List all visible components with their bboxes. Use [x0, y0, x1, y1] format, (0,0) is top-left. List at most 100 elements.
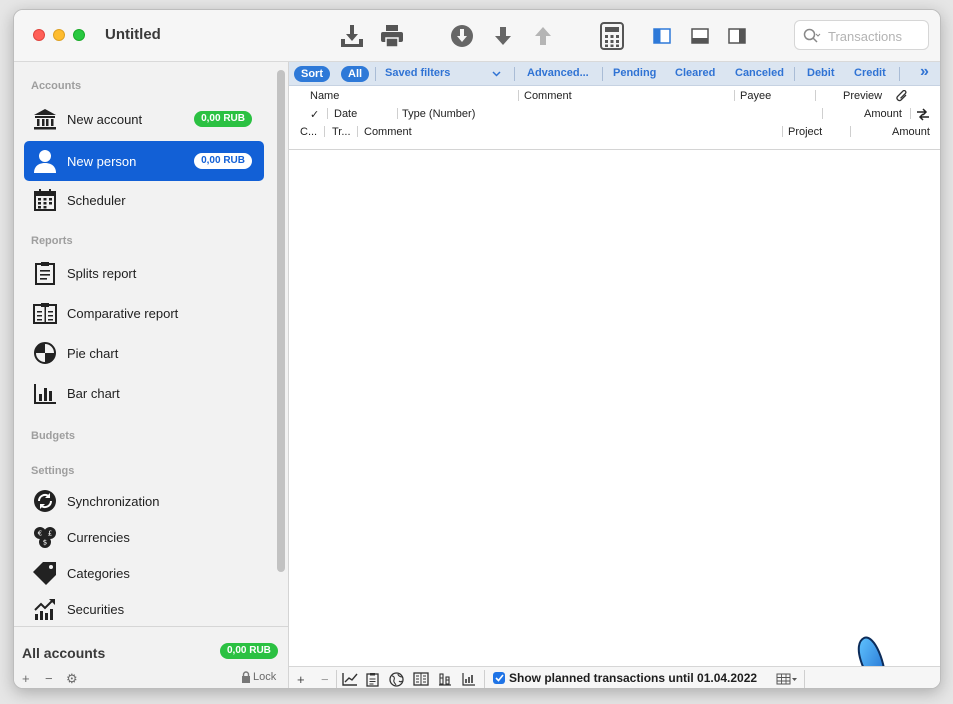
- paperclip-icon[interactable]: [896, 90, 908, 103]
- show-planned-checkbox[interactable]: Show planned transactions until 01.04.20…: [493, 671, 757, 685]
- stack-chart-icon[interactable]: [438, 671, 452, 687]
- advanced-filter-button[interactable]: Advanced...: [527, 67, 589, 79]
- column-separator: [397, 108, 398, 119]
- add-account-button[interactable]: +: [22, 671, 30, 686]
- remove-transaction-button[interactable]: −: [321, 671, 329, 687]
- remove-account-button[interactable]: −: [45, 671, 53, 686]
- column-name[interactable]: Name: [310, 90, 339, 102]
- add-transaction-button[interactable]: +: [297, 671, 305, 687]
- comparative-report-icon: [32, 300, 58, 326]
- sidebar-item-label: Securities: [67, 601, 125, 617]
- transactions-list[interactable]: [289, 150, 940, 688]
- arrow-down-icon[interactable]: [489, 22, 517, 50]
- globe-icon[interactable]: [389, 671, 404, 687]
- chevron-down-icon[interactable]: [492, 71, 501, 77]
- print-icon[interactable]: [378, 22, 406, 50]
- filter-separator: [514, 67, 515, 81]
- column-comment[interactable]: Comment: [524, 90, 572, 102]
- layout-bottom-icon[interactable]: [686, 22, 714, 50]
- comparative-report-icon[interactable]: [413, 671, 429, 687]
- search-input[interactable]: [828, 27, 924, 45]
- main-panel: Sort All Saved filters Advanced... Pendi…: [289, 62, 940, 688]
- gear-icon[interactable]: ⚙: [66, 671, 78, 687]
- sidebar-item-new-account[interactable]: New account 0,00 RUB: [24, 99, 264, 139]
- column-amount[interactable]: Amount: [864, 108, 902, 120]
- sidebar-item-comparative-report[interactable]: Comparative report: [24, 293, 264, 333]
- sidebar-item-label: Comparative report: [67, 305, 179, 321]
- column-check[interactable]: ✓: [310, 108, 319, 121]
- checkbox-checked-icon: [493, 672, 505, 684]
- sidebar-item-categories[interactable]: Categories: [24, 553, 264, 593]
- calculator-icon[interactable]: [598, 22, 626, 50]
- column-tr[interactable]: Tr...: [332, 126, 351, 138]
- column-separator: [910, 108, 911, 119]
- layout-sidebar-icon[interactable]: [648, 22, 676, 50]
- column-header-row-2: ✓ Date Type (Number) Amount: [289, 105, 940, 123]
- sidebar-item-label: Currencies: [67, 529, 130, 545]
- saved-filters-dropdown[interactable]: Saved filters: [385, 67, 450, 79]
- sidebar-item-scheduler[interactable]: Scheduler: [24, 180, 264, 220]
- filter-credit[interactable]: Credit: [854, 67, 886, 79]
- minimize-window-button[interactable]: [53, 29, 65, 41]
- column-separator: [734, 90, 735, 101]
- filter-all-button[interactable]: All: [341, 66, 370, 82]
- sidebar-item-label: Scheduler: [67, 192, 126, 208]
- sidebar-item-label: Categories: [67, 565, 130, 581]
- bar-chart-icon: [32, 380, 58, 406]
- column-payee[interactable]: Payee: [740, 90, 771, 102]
- column-separator: [324, 126, 325, 137]
- svg-text:$: $: [43, 539, 47, 547]
- person-icon: [32, 148, 58, 174]
- column-project[interactable]: Project: [788, 126, 822, 138]
- column-date[interactable]: Date: [334, 108, 357, 120]
- sidebar-item-bar-chart[interactable]: Bar chart: [24, 373, 264, 413]
- lock-button[interactable]: Lock: [241, 671, 276, 683]
- lock-label: Lock: [253, 671, 277, 683]
- column-split-amount[interactable]: Amount: [892, 126, 930, 138]
- column-c[interactable]: C...: [300, 126, 317, 138]
- table-view-icon[interactable]: [776, 671, 798, 687]
- more-filters-icon[interactable]: »: [920, 63, 929, 81]
- clipboard-icon[interactable]: [366, 671, 379, 687]
- filter-cleared[interactable]: Cleared: [675, 67, 715, 79]
- section-budgets-heading[interactable]: Budgets: [31, 430, 75, 442]
- column-split-comment[interactable]: Comment: [364, 126, 412, 138]
- all-accounts-label[interactable]: All accounts: [22, 645, 105, 661]
- sidebar-bottom-bar: + − ⚙ Lock: [14, 666, 288, 688]
- sidebar-item-pie-chart[interactable]: Pie chart: [24, 333, 264, 373]
- column-separator: [357, 126, 358, 137]
- bar-chart-icon[interactable]: [462, 671, 476, 687]
- balance-badge: 0,00 RUB: [194, 153, 252, 169]
- tag-icon: [32, 560, 58, 586]
- svg-text:€: €: [38, 530, 42, 538]
- sort-button[interactable]: Sort: [294, 66, 330, 82]
- zoom-window-button[interactable]: [73, 29, 85, 41]
- sidebar-item-splits-report[interactable]: Splits report: [24, 253, 264, 293]
- sidebar-item-new-person[interactable]: New person 0,00 RUB: [24, 141, 264, 181]
- filter-pending[interactable]: Pending: [613, 67, 656, 79]
- sidebar-item-securities[interactable]: Securities: [24, 589, 264, 629]
- sidebar-scrollbar[interactable]: [277, 70, 285, 572]
- section-settings-heading: Settings: [31, 465, 75, 477]
- column-preview[interactable]: Preview: [843, 90, 882, 102]
- bank-icon: [32, 106, 58, 132]
- all-accounts-badge: 0,00 RUB: [220, 643, 278, 659]
- securities-icon: [32, 596, 58, 622]
- bottom-separator: [804, 670, 805, 688]
- filter-debit[interactable]: Debit: [807, 67, 835, 79]
- layout-right-icon[interactable]: [723, 22, 751, 50]
- close-window-button[interactable]: [33, 29, 45, 41]
- search-field[interactable]: [794, 20, 929, 50]
- arrow-up-icon[interactable]: [529, 22, 557, 50]
- sidebar-item-currencies[interactable]: € £ $ Currencies: [24, 517, 264, 557]
- column-type-number[interactable]: Type (Number): [402, 108, 475, 120]
- column-separator: [327, 108, 328, 119]
- sidebar-item-synchronization[interactable]: Synchronization: [24, 481, 264, 521]
- import-icon[interactable]: [338, 22, 366, 50]
- download-circle-icon[interactable]: [448, 22, 476, 50]
- swap-icon[interactable]: [916, 108, 930, 121]
- line-chart-icon[interactable]: [342, 671, 358, 687]
- calendar-icon: [32, 187, 58, 213]
- balance-badge: 0,00 RUB: [194, 111, 252, 127]
- filter-canceled[interactable]: Canceled: [735, 67, 784, 79]
